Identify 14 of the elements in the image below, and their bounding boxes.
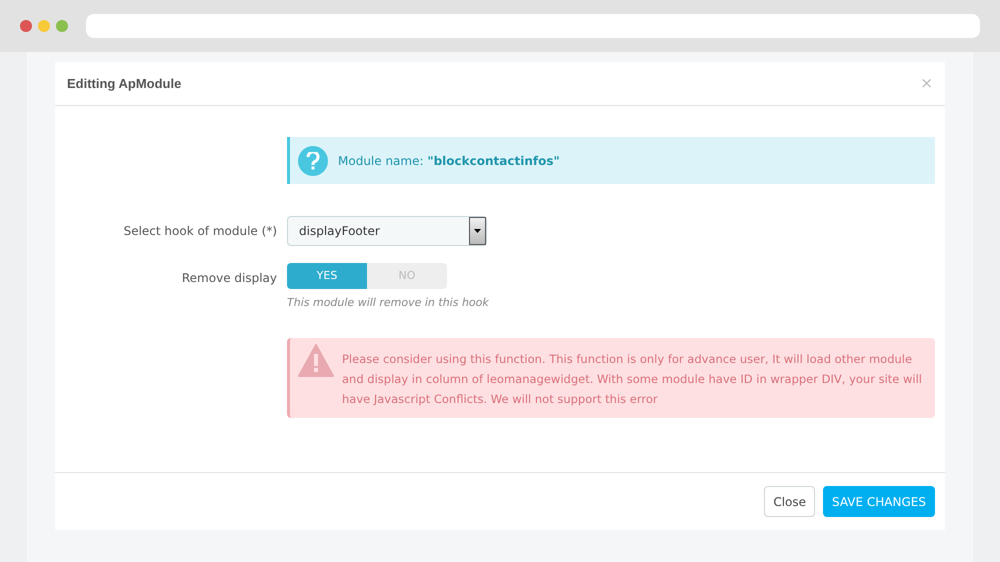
close-icon[interactable]: × [920, 72, 933, 95]
save-button[interactable]: SAVE CHANGES [823, 486, 935, 517]
warning-text: Please consider using this function. This function is only for advance user, It will load other module and display in column of leomanagewidget. With some module have ID in wrapper DIV, your site will have Javascript Conflicts. We will not support this error [342, 350, 923, 408]
help-text: This module will remove in this hook [287, 295, 489, 311]
warning-icon [298, 344, 334, 376]
close-button[interactable]: Close [764, 486, 816, 517]
address-bar[interactable] [86, 14, 980, 38]
modal-title: Editting ApModule [67, 74, 182, 93]
field-label: Select hook of module (*) [122, 223, 278, 240]
switch-option[interactable]: YES [287, 263, 367, 289]
question-icon [298, 146, 328, 176]
module-name-text: Module name: "blockcontactinfos" [338, 152, 560, 170]
hook-select[interactable]: displayFooter [287, 216, 487, 246]
field-label: Remove display [180, 270, 278, 287]
